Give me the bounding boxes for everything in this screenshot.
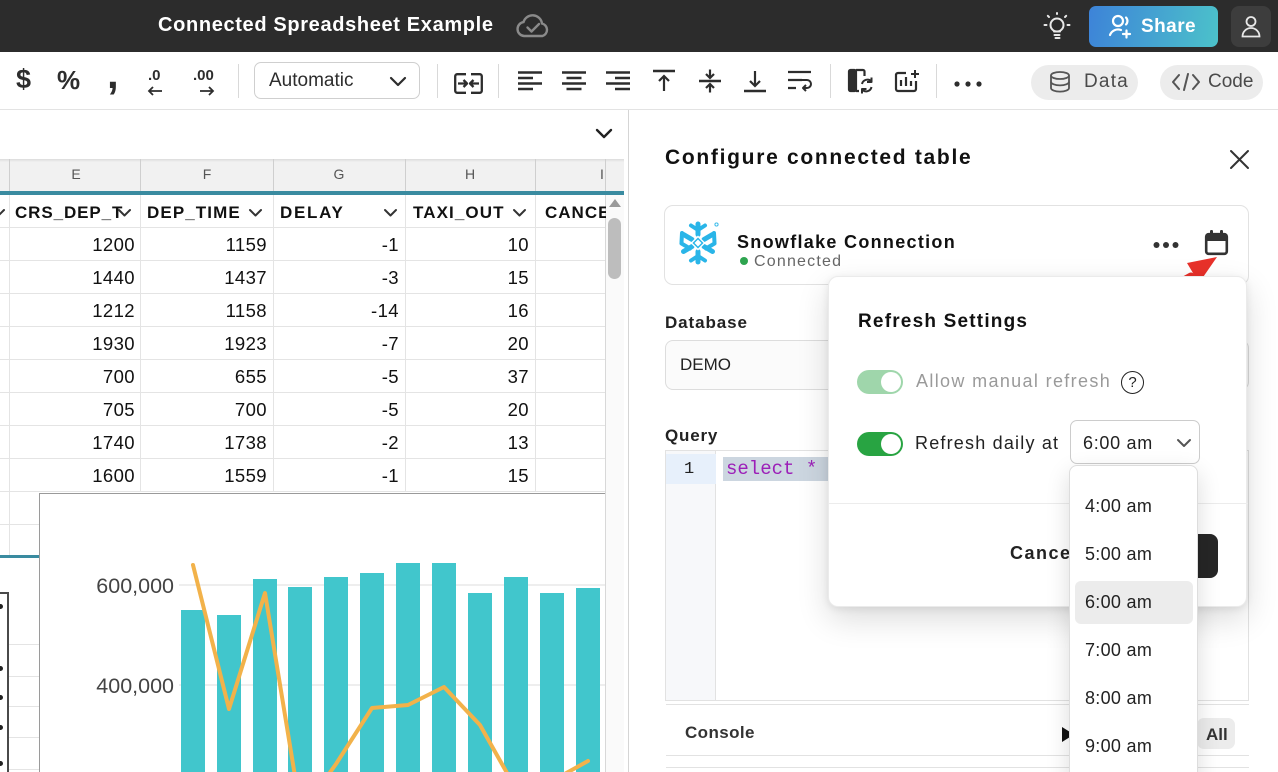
svg-text:400,000: 400,000: [96, 674, 174, 698]
svg-text:,: ,: [107, 60, 119, 97]
svg-text:600,000: 600,000: [96, 574, 174, 598]
